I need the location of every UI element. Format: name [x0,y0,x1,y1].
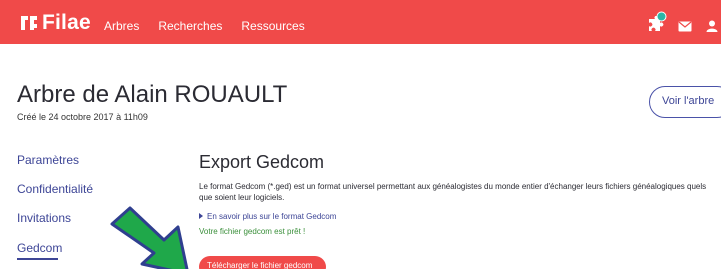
active-tab-underline [17,258,58,260]
learn-more-link[interactable]: En savoir plus sur le format Gedcom [199,212,336,221]
created-date: Créé le 24 octobre 2017 à 11h09 [17,112,148,122]
notification-dot-icon [656,11,667,22]
download-gedcom-button[interactable]: Télécharger le fichier gedcom [199,256,326,269]
brand-name: Filae [42,11,91,34]
section-title: Export Gedcom [199,152,325,172]
top-navigation-bar: Filae Arbres Recherches Ressources [0,0,721,44]
nav-item-arbres[interactable]: Arbres [104,19,139,33]
view-tree-button[interactable]: Voir l'arbre [649,86,721,118]
filae-logo-icon [21,16,37,30]
learn-more-label: En savoir plus sur le format Gedcom [207,212,337,221]
nav-item-recherches[interactable]: Recherches [158,19,222,33]
status-message: Votre fichier gedcom est prêt ! [199,227,306,236]
green-arrow-icon [110,206,189,269]
nav-item-ressources[interactable]: Ressources [241,19,304,33]
sidebar-item-invitations[interactable]: Invitations [17,211,71,225]
filae-logo[interactable]: Filae [19,10,91,36]
main-nav: Arbres Recherches Ressources [104,19,324,33]
sidebar-item-parametres[interactable]: Paramètres [17,153,79,167]
sidebar-item-confidentialite[interactable]: Confidentialité [17,182,93,196]
mail-icon[interactable] [678,21,692,32]
user-icon[interactable] [706,20,718,32]
page-title: Arbre de Alain ROUAULT [17,81,288,108]
sidebar-item-gedcom[interactable]: Gedcom [17,241,62,255]
section-description: Le format Gedcom (*.ged) est un format u… [199,182,707,202]
